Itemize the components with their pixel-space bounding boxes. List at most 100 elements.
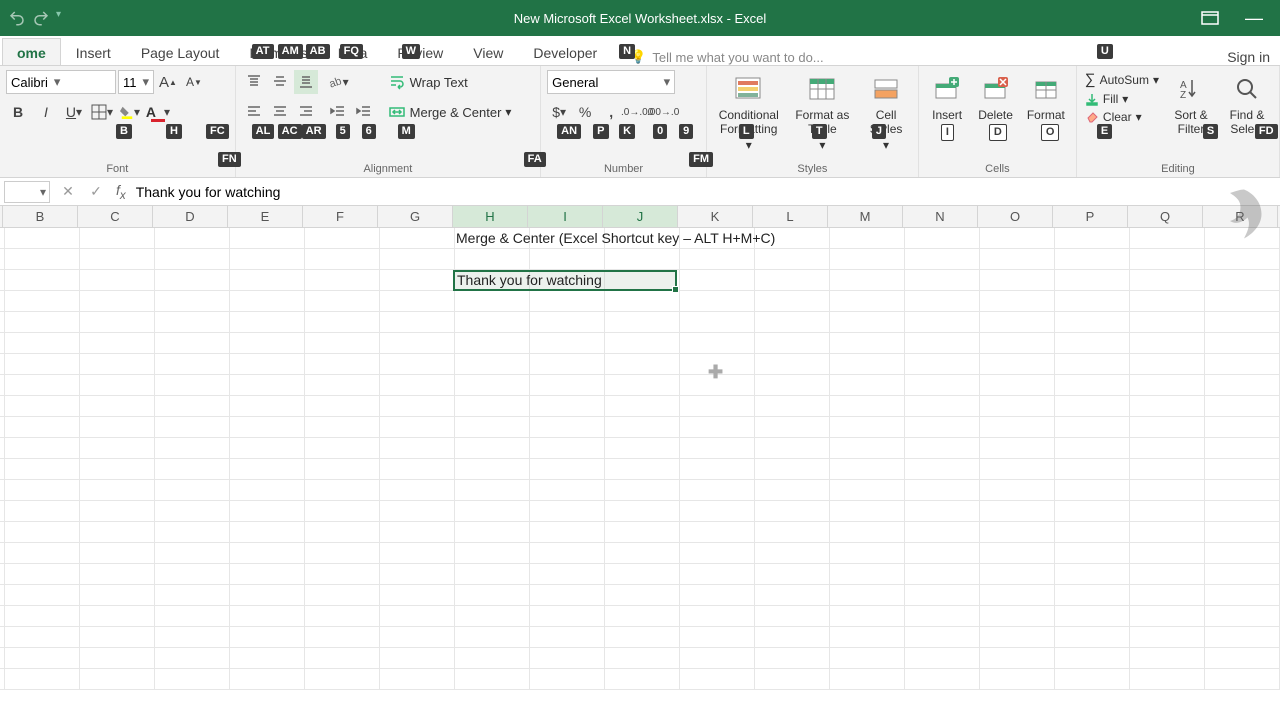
align-center-icon[interactable] [268,100,292,124]
cell[interactable] [80,564,155,585]
cell[interactable] [230,459,305,480]
cell[interactable] [680,627,755,648]
cell[interactable] [1130,669,1205,690]
cell[interactable] [380,375,455,396]
cell[interactable] [605,585,680,606]
tab-developer[interactable]: Developer [518,38,612,65]
cell[interactable] [980,417,1055,438]
cell[interactable] [155,585,230,606]
bold-button[interactable]: B [6,100,30,124]
cell[interactable] [755,543,830,564]
cell[interactable] [80,585,155,606]
cell[interactable] [830,396,905,417]
cell[interactable] [380,333,455,354]
cell[interactable] [80,249,155,270]
cell[interactable] [455,501,530,522]
cell[interactable] [1055,543,1130,564]
cell[interactable] [905,249,980,270]
cell[interactable] [830,417,905,438]
cell[interactable] [1130,354,1205,375]
cell[interactable] [305,270,380,291]
cell[interactable] [680,270,755,291]
cell[interactable] [230,564,305,585]
cell[interactable] [5,333,80,354]
cell[interactable] [830,648,905,669]
cell[interactable] [1055,522,1130,543]
cell[interactable] [680,333,755,354]
cell[interactable] [5,501,80,522]
cell[interactable] [530,480,605,501]
cell[interactable] [5,312,80,333]
cell[interactable] [380,501,455,522]
cell[interactable] [155,669,230,690]
cell[interactable] [755,480,830,501]
cell[interactable] [155,228,230,249]
cell[interactable] [305,333,380,354]
cell[interactable] [230,627,305,648]
cell[interactable] [530,543,605,564]
cell[interactable] [305,564,380,585]
cell[interactable] [380,438,455,459]
cell[interactable] [1205,501,1280,522]
cell[interactable] [155,501,230,522]
cell[interactable] [530,648,605,669]
cell[interactable] [1205,354,1280,375]
cell[interactable] [530,291,605,312]
cell[interactable] [455,396,530,417]
column-header[interactable]: C [78,206,153,227]
cell[interactable] [455,627,530,648]
cell[interactable] [1130,249,1205,270]
cell[interactable] [530,564,605,585]
cell[interactable] [230,333,305,354]
cell[interactable] [530,459,605,480]
cell[interactable] [755,669,830,690]
name-box[interactable]: ▾ [4,181,50,203]
cell[interactable] [905,480,980,501]
cell[interactable] [455,333,530,354]
minimize-icon[interactable]: — [1234,4,1274,32]
cell[interactable] [1205,249,1280,270]
cell[interactable] [980,333,1055,354]
cell[interactable] [605,543,680,564]
cell[interactable] [5,396,80,417]
cell[interactable] [605,459,680,480]
cell[interactable] [1055,375,1130,396]
cell[interactable] [1055,333,1130,354]
cell[interactable] [155,480,230,501]
cell[interactable] [905,627,980,648]
cell[interactable] [80,396,155,417]
cell[interactable] [680,543,755,564]
cell[interactable] [755,417,830,438]
cell[interactable] [380,417,455,438]
cell[interactable] [230,228,305,249]
cell[interactable] [1205,522,1280,543]
cell[interactable] [905,543,980,564]
cell[interactable] [80,501,155,522]
cell[interactable] [755,459,830,480]
cell[interactable] [5,375,80,396]
cell[interactable] [680,312,755,333]
cell[interactable] [5,648,80,669]
cell[interactable] [5,417,80,438]
cell[interactable] [830,585,905,606]
cell[interactable] [155,606,230,627]
cell[interactable] [680,669,755,690]
cell[interactable] [1130,543,1205,564]
cell[interactable] [830,312,905,333]
cell[interactable] [530,312,605,333]
insert-cells-button[interactable]: Insert [925,70,969,124]
tab-home[interactable]: ome [2,38,61,65]
format-as-table-button[interactable]: Format as Table▾ [789,70,857,154]
cell[interactable] [455,564,530,585]
cell[interactable] [1205,375,1280,396]
spreadsheet-grid[interactable]: BCDEFGHIJKLMNOPQR Merge & Center (Excel … [0,206,1280,690]
fill-color-button[interactable]: ▾ [118,100,142,124]
cell[interactable] [5,627,80,648]
cell[interactable] [305,648,380,669]
redo-icon[interactable] [32,9,50,27]
increase-font-icon[interactable]: A▲ [156,70,180,94]
cell[interactable] [80,669,155,690]
cell[interactable] [980,627,1055,648]
cell[interactable] [980,522,1055,543]
cell[interactable] [80,480,155,501]
